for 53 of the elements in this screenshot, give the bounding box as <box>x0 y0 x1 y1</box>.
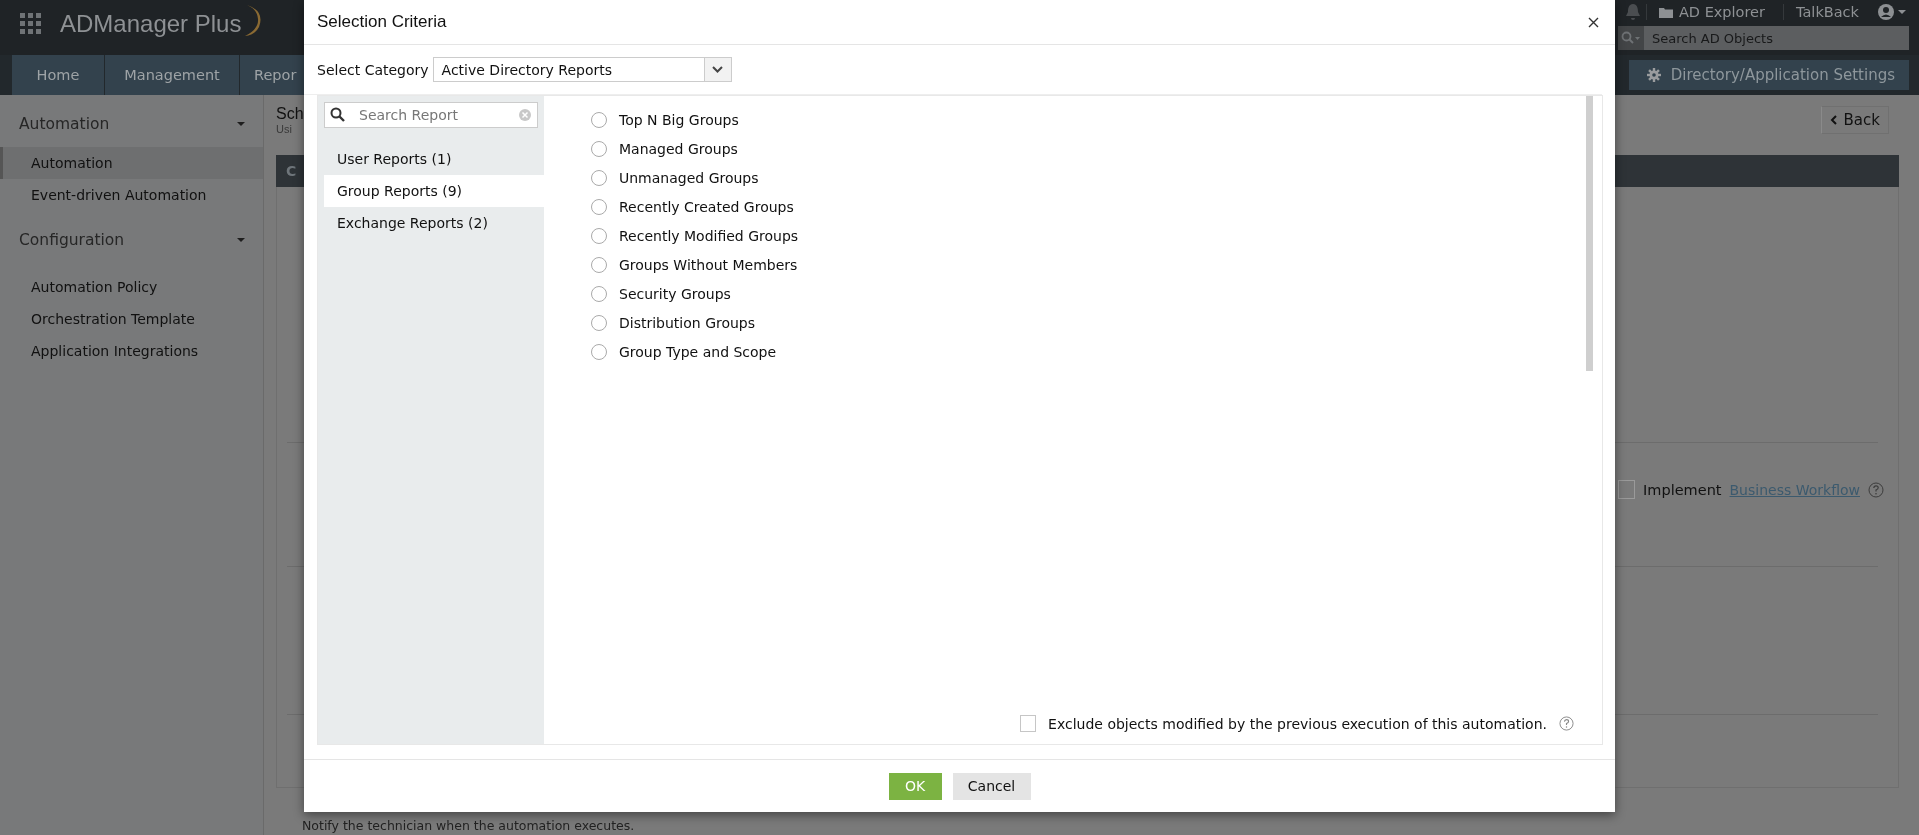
report-option-label[interactable]: Security Groups <box>619 285 731 302</box>
search-report-field[interactable]: Search Report <box>324 102 538 128</box>
search-options-icon[interactable] <box>1618 26 1644 50</box>
close-icon <box>1587 16 1599 28</box>
folder-icon <box>1658 6 1673 18</box>
dialog-title: Selection Criteria <box>317 12 447 32</box>
back-button[interactable]: Back <box>1820 106 1889 134</box>
exclude-option-label: Exclude objects modified by the previous execution of this automation. <box>1048 715 1547 732</box>
report-option-label[interactable]: Recently Created Groups <box>619 198 794 215</box>
section-title: C <box>286 163 297 179</box>
notification-description: Notify the technician when the automation executes. <box>302 818 635 833</box>
cancel-button[interactable]: Cancel <box>952 772 1031 800</box>
app-grid-icon[interactable] <box>20 13 42 35</box>
bell-icon[interactable] <box>1625 3 1640 21</box>
nav-tab[interactable]: Management <box>105 55 240 95</box>
report-option-label[interactable]: Groups Without Members <box>619 256 798 273</box>
search-field[interactable]: Search AD Objects <box>1644 26 1909 50</box>
header-link[interactable]: TalkBack <box>1783 4 1871 20</box>
app-logo-text: ADManager Plus <box>60 10 242 38</box>
report-option-label[interactable]: Unmanaged Groups <box>619 169 759 186</box>
clear-icon[interactable] <box>519 109 531 121</box>
report-option-label[interactable]: Managed Groups <box>619 140 738 157</box>
implement-label: Implement <box>1643 481 1722 498</box>
page-subtitle: Usi <box>276 123 292 135</box>
chevron-left-icon <box>1829 115 1837 125</box>
report-category-item[interactable]: User Reports (1) <box>324 143 544 175</box>
page-title: Sch <box>276 105 304 123</box>
sidebar-item[interactable]: Automation Policy <box>0 271 263 303</box>
header-link[interactable]: AD Explorer <box>1645 4 1777 20</box>
help-icon[interactable] <box>1559 716 1574 731</box>
sidebar-item[interactable]: Orchestration Template <box>0 303 263 335</box>
category-dropdown[interactable]: Active Directory Reports <box>432 57 732 82</box>
report-option-label[interactable]: Group Type and Scope <box>619 343 777 360</box>
report-option-label[interactable]: Recently Modified Groups <box>619 227 799 244</box>
settings-button[interactable]: Directory/Application Settings <box>1628 60 1909 90</box>
sidebar-item[interactable]: Automation <box>0 147 263 179</box>
gear-icon <box>1646 68 1661 82</box>
report-option-label[interactable]: Distribution Groups <box>619 314 756 331</box>
user-avatar-icon[interactable] <box>1877 3 1907 21</box>
help-icon[interactable] <box>1868 481 1884 498</box>
sidebar-item[interactable]: Application Integrations <box>0 335 263 367</box>
report-category-item[interactable]: Group Reports (9) <box>324 175 544 207</box>
sidebar-section-header[interactable]: Configuration <box>0 229 263 251</box>
report-option-label[interactable]: Top N Big Groups <box>619 111 739 128</box>
report-category-item[interactable]: Exchange Reports (2) <box>324 207 544 239</box>
nav-tab[interactable]: Home <box>12 55 105 95</box>
sidebar-item[interactable]: Event-driven Automation <box>0 179 263 211</box>
checkbox[interactable] <box>1618 480 1636 499</box>
chevron-down-icon <box>712 66 724 73</box>
sidebar-section-header[interactable]: Automation <box>0 113 263 135</box>
search-icon <box>330 107 345 122</box>
scrollbar-thumb[interactable] <box>1586 96 1593 371</box>
checkbox[interactable] <box>1020 715 1037 732</box>
